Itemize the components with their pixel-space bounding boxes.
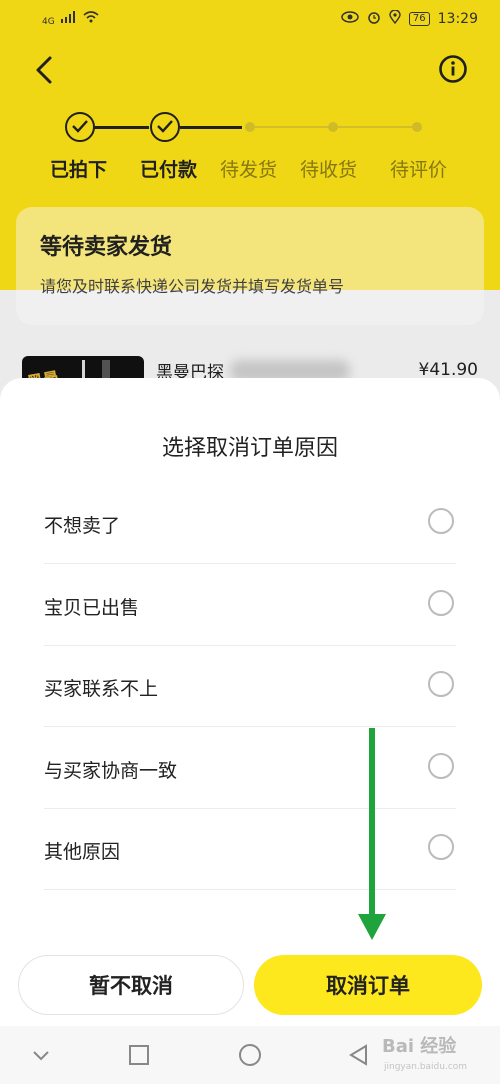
reason-option[interactable]: 买家联系不上 [44,646,456,727]
cancel-order-button[interactable]: 取消订单 [254,955,482,1015]
radio-button[interactable] [428,834,454,860]
watermark-logo: Bai 经验 [382,1036,457,1057]
reason-label: 其他原因 [44,841,121,863]
recents-icon[interactable] [128,1044,150,1070]
keep-order-button[interactable]: 暂不取消 [18,955,244,1015]
reason-label: 不想卖了 [44,515,121,537]
radio-button[interactable] [428,508,454,534]
chevron-down-icon[interactable] [30,1044,52,1070]
home-icon[interactable] [238,1044,262,1072]
reason-label: 买家联系不上 [44,678,159,700]
reason-option[interactable]: 不想卖了 [44,483,456,564]
radio-button[interactable] [428,590,454,616]
reason-label: 与买家协商一致 [44,760,178,782]
reason-option[interactable]: 与买家协商一致 [44,728,456,809]
watermark-url: jingyan.baidu.com [384,1062,468,1072]
radio-button[interactable] [428,671,454,697]
annotation-arrow-icon [356,728,388,942]
cancel-reason-sheet: 选择取消订单原因 不想卖了 宝贝已出售 买家联系不上 与买家协商一致 其他原因 … [0,378,500,1026]
back-nav-icon[interactable] [348,1044,370,1070]
radio-button[interactable] [428,753,454,779]
reason-option[interactable]: 宝贝已出售 [44,565,456,646]
reason-option[interactable]: 其他原因 [44,809,456,890]
sheet-title: 选择取消订单原因 [161,436,338,461]
reason-label: 宝贝已出售 [44,597,140,619]
